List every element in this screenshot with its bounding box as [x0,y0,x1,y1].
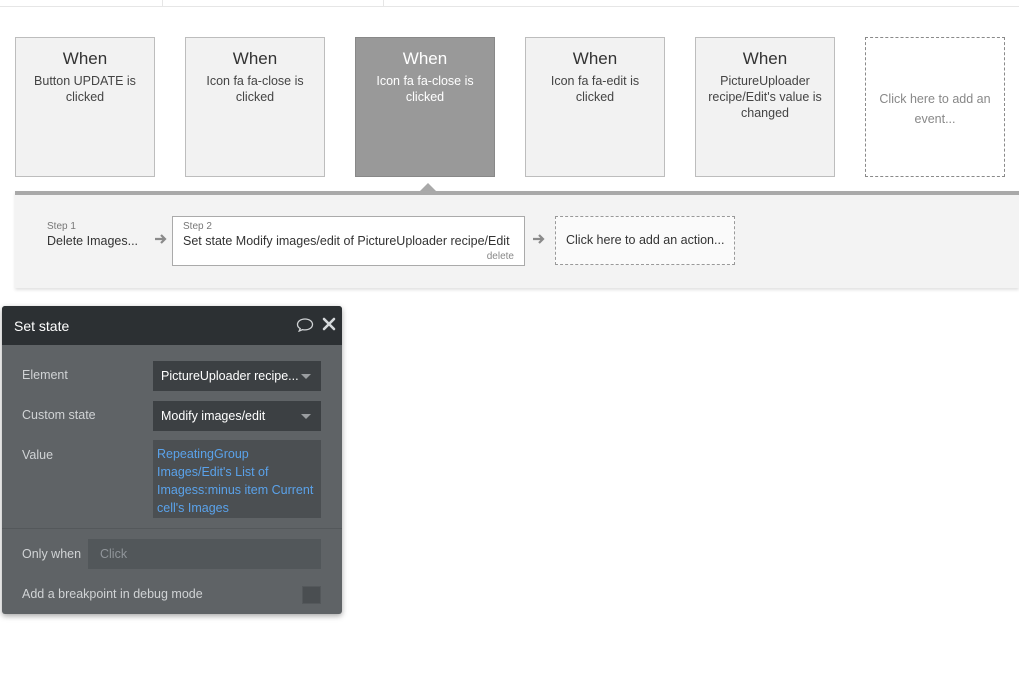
add-event-label: Click here to add an event... [879,92,991,126]
step-title: Set state Modify images/edit of PictureU… [183,234,510,248]
panel-title: Set state [14,318,70,334]
workflow-editor: When Button UPDATE is clicked When Icon … [0,0,1019,684]
add-action-button[interactable]: Click here to add an action... [555,216,735,265]
only-when-label: Only when [22,547,82,561]
event-description: Button UPDATE is clicked [34,74,136,104]
element-label: Element [22,368,68,382]
arrow-right-icon [155,234,167,244]
step-number: Step 1 [47,221,76,232]
custom-state-dropdown-value: Modify images/edit [161,409,266,423]
close-icon[interactable] [322,317,336,331]
event-description: Icon fa fa-close is clicked [376,74,474,104]
only-when-input[interactable]: Click [88,539,321,569]
step-1[interactable]: Step 1 Delete Images... [47,221,138,248]
event-card-icon-edit[interactable]: When Icon fa fa-edit is clicked [525,37,665,177]
value-expression-editor[interactable]: RepeatingGroup Images/Edit's List of Ima… [153,440,321,518]
breakpoint-checkbox[interactable] [302,586,321,604]
selected-event-pointer [420,183,436,191]
element-dropdown[interactable]: PictureUploader recipe... [153,361,321,391]
event-description: PictureUploader recipe/Edit's value is c… [708,74,822,120]
step-title: Delete Images... [47,234,139,248]
event-card-button-update[interactable]: When Button UPDATE is clicked [15,37,155,177]
step-number: Step 2 [183,221,212,232]
tab-divider [383,0,384,7]
event-card-icon-close-selected[interactable]: When Icon fa fa-close is clicked [355,37,495,177]
event-when-label: When [742,49,788,68]
chevron-down-icon [301,374,311,379]
add-event-button[interactable]: Click here to add an event... [865,37,1005,177]
chevron-down-icon [301,414,311,419]
value-label: Value [22,448,54,462]
tab-divider [162,0,163,7]
custom-state-label: Custom state [22,408,96,422]
element-dropdown-value: PictureUploader recipe... [161,369,299,383]
event-when-label: When [232,49,278,68]
delete-step-link[interactable]: delete [487,251,514,262]
arrow-right-icon [533,234,545,244]
event-description: Icon fa fa-edit is clicked [550,74,640,104]
panel-divider [2,528,342,529]
event-when-label: When [402,49,448,68]
top-tab-strip [0,0,1019,7]
step-2[interactable]: Step 2 Set state Modify images/edit of P… [172,216,525,266]
panel-header: Set state [2,306,342,345]
event-description: Icon fa fa-close is clicked [206,74,304,104]
event-when-label: When [572,49,618,68]
breakpoint-label: Add a breakpoint in debug mode [22,587,203,601]
event-card-pictureuploader-changed[interactable]: When PictureUploader recipe/Edit's value… [695,37,835,177]
event-card-icon-close[interactable]: When Icon fa fa-close is clicked [185,37,325,177]
set-state-property-editor: Set state Element PictureUploader recipe… [2,306,342,614]
event-when-label: When [62,49,108,68]
comment-icon[interactable] [296,318,314,332]
custom-state-dropdown[interactable]: Modify images/edit [153,401,321,431]
